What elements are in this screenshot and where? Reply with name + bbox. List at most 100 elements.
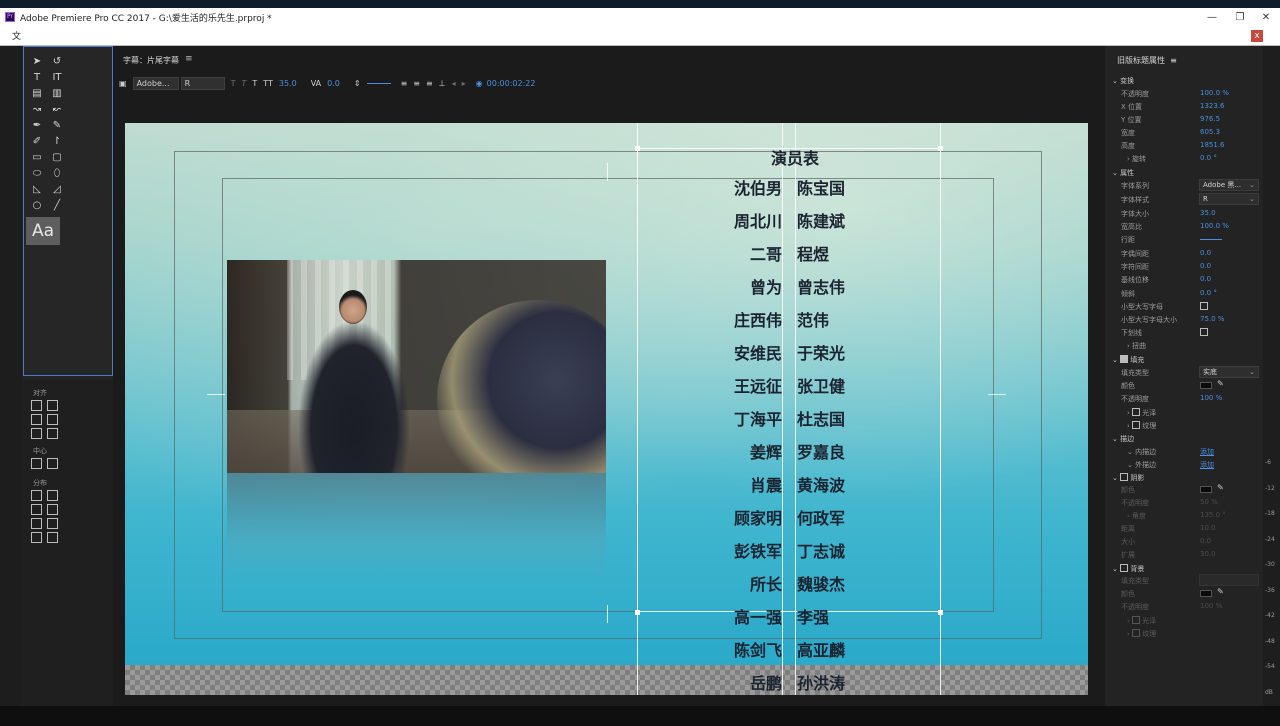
rotation-label[interactable]: › 旋转 [1127,154,1146,164]
panel-menu-icon[interactable]: ≡ [185,54,193,64]
small-ellipse-tool-icon[interactable]: ○ [28,199,46,213]
background-checkbox[interactable] [1120,564,1129,572]
tracking-value[interactable]: 0.0 [1200,262,1211,270]
vertical-path-type-tool-icon[interactable]: ↜ [48,103,66,117]
texture-row[interactable]: › 纹理 [1127,420,1156,431]
texture-checkbox[interactable] [1132,421,1141,429]
line-tool-icon[interactable]: ╱ [48,199,66,213]
shadow-checkbox[interactable] [1120,473,1129,481]
prev-frame-icon[interactable]: ◂ [452,79,456,88]
resize-handle[interactable] [938,610,943,615]
shadow-spread-value[interactable]: 30.0 [1200,550,1216,558]
next-frame-icon[interactable]: ▸ [462,79,466,88]
fill-color-swatch[interactable] [1200,382,1212,389]
close-window-button[interactable]: ✕ [1252,8,1280,26]
show-background-video-icon[interactable]: ◉ [476,79,483,88]
bg-opacity-value[interactable]: 100 % [1200,602,1222,610]
align-right-text-icon[interactable]: ≡ [426,79,433,88]
fill-opacity-value[interactable]: 100 % [1200,394,1222,402]
distribute-3-icon[interactable] [31,504,42,515]
shadow-opacity-value[interactable]: 50 % [1200,498,1218,506]
section-transform[interactable]: ⌄ 变换 [1112,76,1134,86]
rectangle-tool-icon[interactable]: ▭ [28,151,46,165]
distribute-6-icon[interactable] [47,518,58,529]
pen-tool-icon[interactable]: ✒ [28,119,46,133]
font-family-select[interactable]: Adobe... [132,76,179,90]
font-style-select[interactable]: R [180,76,225,90]
sheen-checkbox[interactable] [1132,408,1141,416]
section-stroke[interactable]: ⌄ 描边 [1112,434,1134,444]
leading-value-line[interactable] [366,82,391,84]
arc-tool-icon[interactable]: ◿ [48,183,66,197]
distribute-2-icon[interactable] [47,490,58,501]
bg-fill-type-dropdown[interactable] [1199,574,1259,586]
distort-label[interactable]: › 扭曲 [1127,341,1146,351]
inner-stroke-label[interactable]: ⌄ 内描边 [1127,447,1156,457]
shadow-color-swatch[interactable] [1200,486,1212,493]
small-caps-checkbox[interactable] [1200,302,1208,310]
font-size-prop-value[interactable]: 35.0 [1200,209,1216,217]
outer-stroke-add-link[interactable]: 添加 [1200,460,1214,470]
width-value[interactable]: 605.3 [1200,128,1220,136]
section-background[interactable]: ⌄ 背景 [1112,563,1144,574]
eyedropper-icon[interactable]: ✎ [1217,379,1224,388]
maximize-button[interactable]: ❐ [1226,8,1254,26]
align-left-icon[interactable] [31,400,42,411]
section-shadow[interactable]: ⌄ 阴影 [1112,472,1144,483]
font-style-dropdown[interactable]: R ⌄ [1199,193,1259,205]
ellipse-tool-icon[interactable]: ⬯ [48,167,66,181]
delete-anchor-tool-icon[interactable]: ✐ [28,135,46,149]
small-caps-size-value[interactable]: 75.0 % [1200,315,1224,323]
align-left-text-icon[interactable]: ≡ [401,79,408,88]
bg-sheen-checkbox[interactable] [1132,616,1141,624]
center-vertical-icon[interactable] [47,458,58,469]
add-anchor-tool-icon[interactable]: ✎ [48,119,66,133]
roll-crawl-options-icon[interactable]: ▣ [119,79,127,88]
distribute-8-icon[interactable] [47,532,58,543]
resize-handle[interactable] [635,146,640,151]
shadow-size-value[interactable]: 0.0 [1200,537,1211,545]
title-canvas[interactable]: 演员表 沈伯男 陈宝国 周北川 陈建斌 二哥 程煜 曾为 曾志伟 庄西伟 范伟 安维民 于荣光 王远征张… [125,123,1088,695]
center-horizontal-icon[interactable] [31,458,42,469]
align-hcenter-icon[interactable] [31,414,42,425]
italic-icon[interactable]: T [241,79,246,88]
shadow-distance-value[interactable]: 10.0 [1200,524,1216,532]
sheen-row[interactable]: › 光泽 [1127,407,1156,418]
timecode[interactable]: 00:00:02:22 [487,79,536,88]
convert-anchor-tool-icon[interactable]: ↾ [48,135,66,149]
height-value[interactable]: 1851.6 [1200,141,1225,149]
underline-icon[interactable]: T [252,79,257,88]
font-family-dropdown[interactable]: Adobe 黑... ⌄ [1199,179,1259,191]
align-center-text-icon[interactable]: ≡ [413,79,420,88]
section-properties[interactable]: ⌄ 属性 [1112,168,1134,178]
bg-texture-row[interactable]: › 纹理 [1127,628,1156,639]
area-type-tool-icon[interactable]: ▤ [28,87,46,101]
bold-icon[interactable]: T [231,79,236,88]
opacity-value[interactable]: 100.0 % [1200,89,1229,97]
bg-texture-checkbox[interactable] [1132,629,1141,637]
shadow-angle-value[interactable]: 135.0 ° [1200,511,1226,519]
leading-value[interactable] [1200,239,1222,240]
vertical-type-tool-icon[interactable]: IT [48,71,66,85]
rotation-value[interactable]: 0.0 ° [1200,154,1217,162]
y-position-value[interactable]: 976.5 [1200,115,1220,123]
bg-color-swatch[interactable] [1200,590,1212,597]
x-position-value[interactable]: 1323.6 [1200,102,1225,110]
distribute-7-icon[interactable] [31,532,42,543]
menu-item-file[interactable]: 文 [12,29,21,42]
wedge-tool-icon[interactable]: ◺ [28,183,46,197]
rotation-tool-icon[interactable]: ↺ [48,55,66,69]
slant-value[interactable]: 0.0 ° [1200,289,1217,297]
distribute-1-icon[interactable] [31,490,42,501]
resize-handle[interactable] [938,146,943,151]
fill-checkbox[interactable] [1120,355,1129,363]
vertical-area-type-tool-icon[interactable]: ▥ [48,87,66,101]
text-style-swatch[interactable]: Aa [26,217,60,245]
tab-title-credits[interactable]: 字幕：片尾字幕 [123,55,179,66]
distribute-4-icon[interactable] [47,504,58,515]
type-tool-icon[interactable]: T [28,71,46,85]
outer-stroke-label[interactable]: ⌄ 外描边 [1127,460,1156,470]
selection-tool-icon[interactable]: ➤ [28,55,46,69]
title-dialog-close-button[interactable]: x [1251,30,1263,42]
baseline-value[interactable]: 0.0 [1200,275,1211,283]
